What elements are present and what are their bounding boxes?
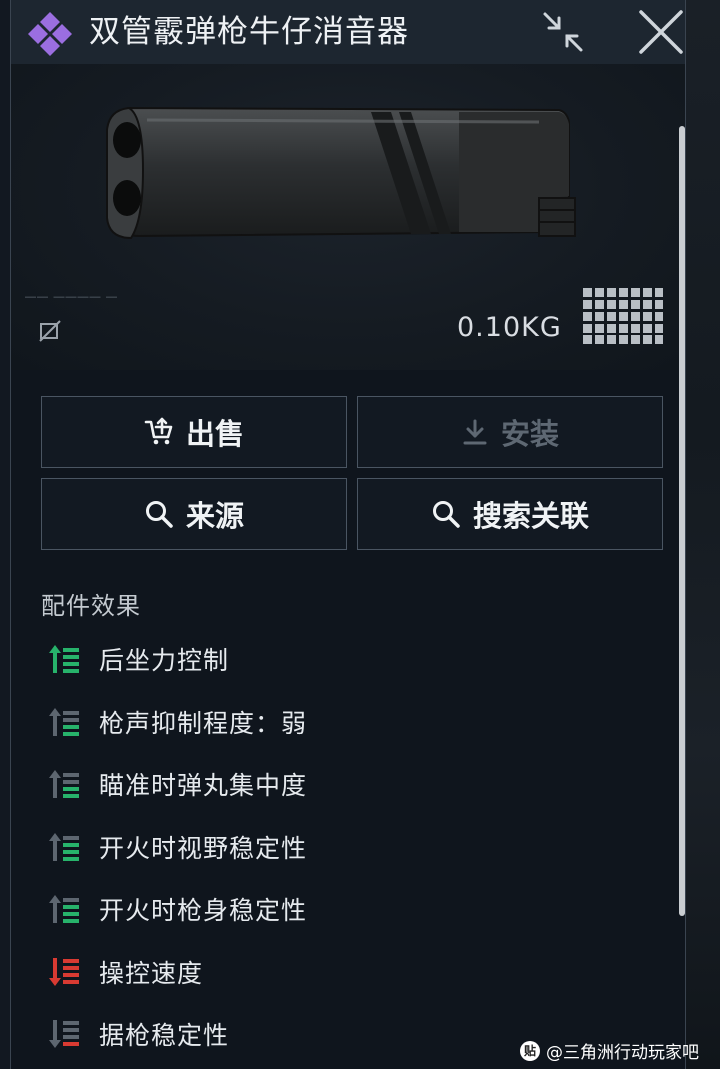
watermark-text: @三角洲行动玩家吧 xyxy=(546,1043,699,1063)
stat-down-icon xyxy=(49,1020,79,1049)
install-label: 安装 xyxy=(500,417,559,451)
item-image-area: ―― ―――― ― 0.10KG xyxy=(11,64,685,370)
close-x-icon[interactable] xyxy=(637,8,685,56)
background-scene xyxy=(680,0,720,1069)
sell-label: 出售 xyxy=(185,417,244,451)
stat-up-strong-icon xyxy=(49,645,79,674)
effect-label: 操控速度 xyxy=(99,958,204,988)
effects-section-title: 配件效果 xyxy=(41,592,141,620)
sell-cart-icon xyxy=(144,417,173,445)
effect-item: 开火时视野稳定性 xyxy=(47,816,667,879)
search-related-button[interactable]: 搜索关联 xyxy=(357,478,663,550)
slot-grid-icon xyxy=(583,288,663,344)
stat-up-icon xyxy=(49,770,79,799)
tieba-logo-icon: 贴 xyxy=(520,1040,540,1061)
effect-label: 枪声抑制程度：弱 xyxy=(99,708,308,738)
suppressor-image xyxy=(106,106,576,240)
sell-button[interactable]: 出售 xyxy=(41,396,347,468)
stat-down-strong-icon xyxy=(49,957,79,986)
effect-label: 后坐力控制 xyxy=(99,646,230,676)
panel-header: 双管霰弹枪牛仔消音器 xyxy=(11,0,685,65)
effect-item: 枪声抑制程度：弱 xyxy=(47,691,667,754)
effect-label: 据枪稳定性 xyxy=(99,1021,230,1051)
scrollbar[interactable] xyxy=(679,126,685,916)
effect-label: 瞄准时弹丸集中度 xyxy=(99,771,308,801)
search-icon xyxy=(145,501,173,528)
stat-up-icon xyxy=(49,707,79,736)
source-label: 来源 xyxy=(185,499,244,533)
source-button[interactable]: 来源 xyxy=(41,478,347,550)
watermark: 贴 @三角洲行动玩家吧 xyxy=(520,1038,699,1063)
collapse-arrows-icon[interactable] xyxy=(539,8,587,56)
effects-list: 后坐力控制 枪声抑制程度：弱 瞄准时弹丸集中度 开火时视野稳定性 开火时枪身稳定… xyxy=(47,628,667,1066)
background-fragment xyxy=(698,260,720,300)
effect-item: 后坐力控制 xyxy=(47,628,667,691)
effect-label: 开火时枪身稳定性 xyxy=(99,896,308,926)
effect-item: 开火时枪身稳定性 xyxy=(47,878,667,941)
effect-item: 操控速度 xyxy=(47,941,667,1004)
purple-diamond-logo-icon xyxy=(28,12,72,56)
no-trade-icon xyxy=(39,320,61,342)
search-icon xyxy=(432,501,460,528)
download-icon xyxy=(463,419,487,445)
item-weight: 0.10KG xyxy=(457,312,562,343)
effect-item: 瞄准时弹丸集中度 xyxy=(47,753,667,816)
search-related-label: 搜索关联 xyxy=(472,499,589,533)
install-button[interactable]: 安装 xyxy=(357,396,663,468)
item-title: 双管霰弹枪牛仔消音器 xyxy=(89,14,409,50)
item-detail-panel: 双管霰弹枪牛仔消音器 ―― ―――― ― 0.10KG 出售 安装 来源 搜索关… xyxy=(10,0,686,1069)
stat-up-icon xyxy=(49,832,79,861)
decorative-text: ―― ―――― ― xyxy=(25,290,118,303)
stat-up-icon xyxy=(49,895,79,924)
effect-label: 开火时视野稳定性 xyxy=(99,833,308,863)
